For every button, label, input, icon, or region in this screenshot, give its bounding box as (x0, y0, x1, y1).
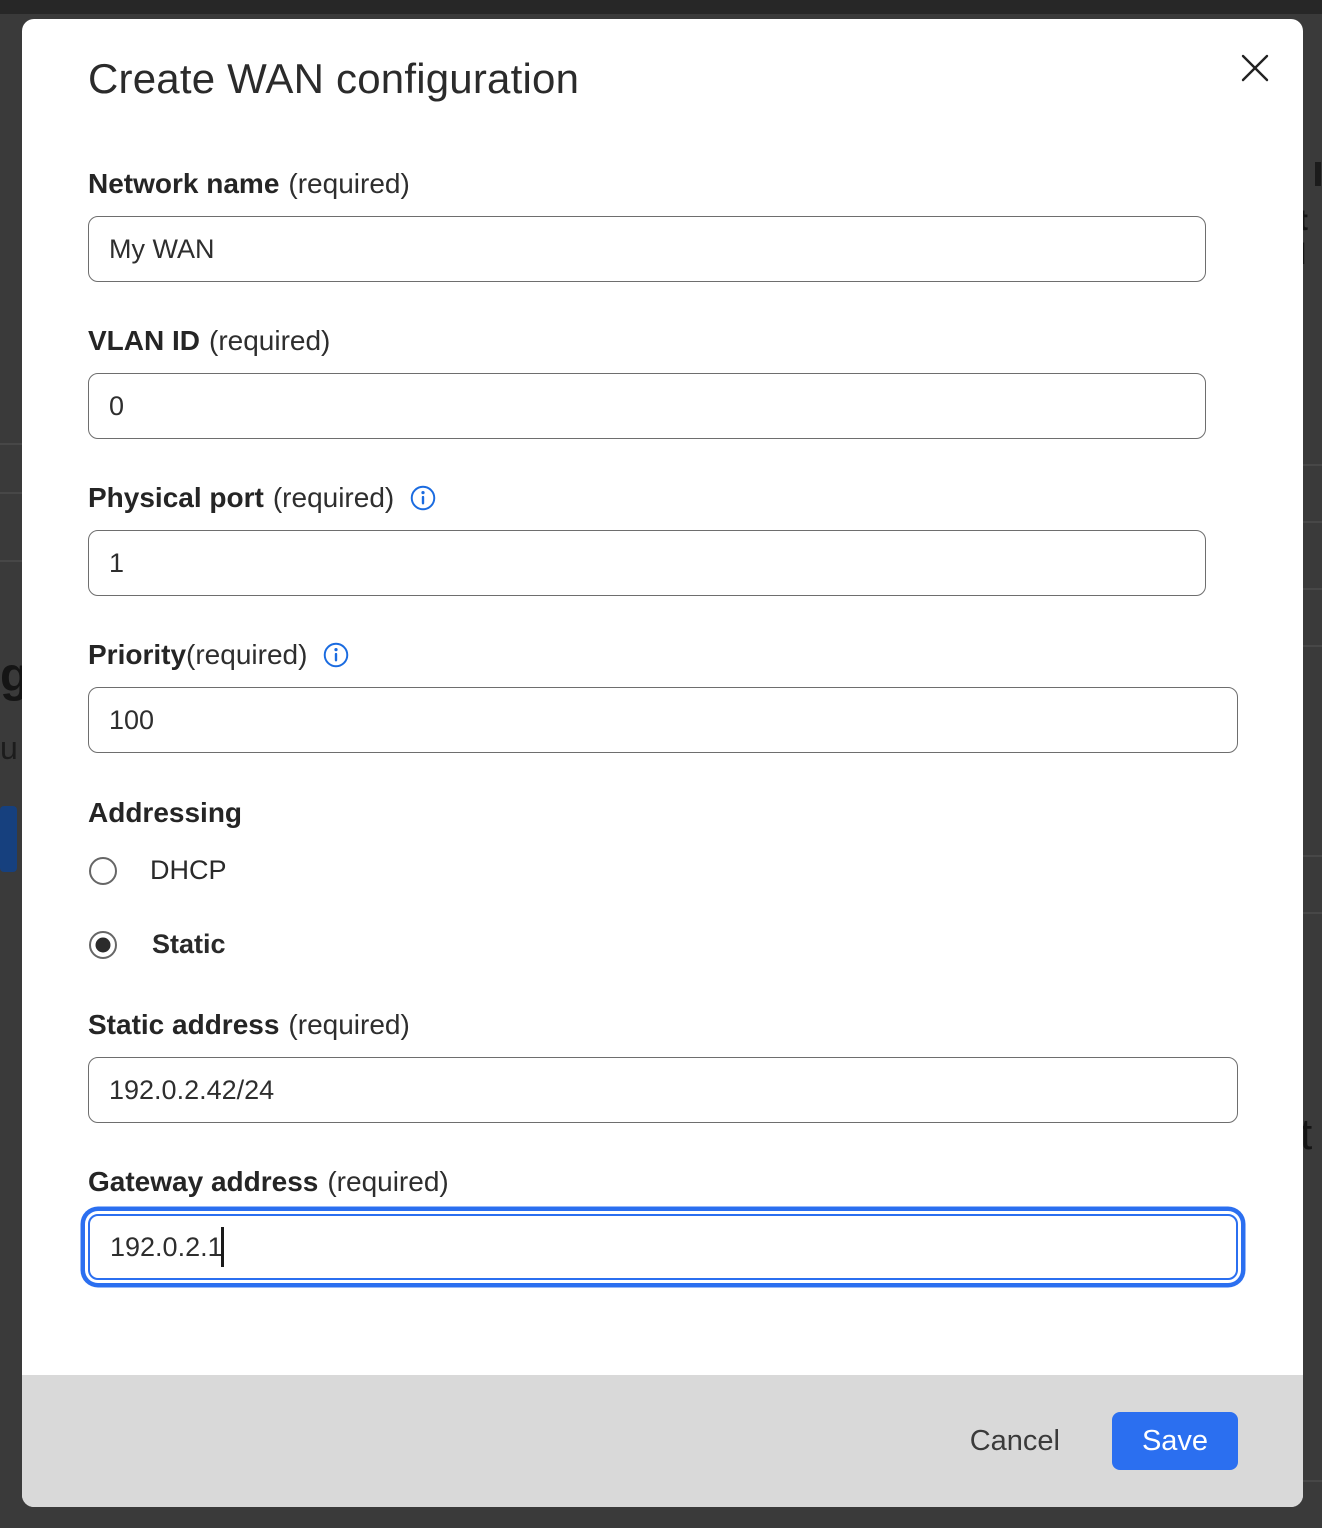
save-button[interactable]: Save (1112, 1412, 1238, 1470)
backdrop-table-line (0, 560, 22, 562)
vlan-id-label: VLAN ID (required) (88, 324, 1206, 358)
backdrop-table-line (1303, 645, 1322, 647)
close-icon (1237, 50, 1273, 86)
backdrop-text-fragment: g (0, 648, 22, 703)
network-name-input[interactable] (88, 216, 1206, 282)
required-tag: (required) (288, 1008, 409, 1042)
info-icon[interactable] (323, 642, 349, 668)
required-tag: (required) (273, 481, 394, 515)
backdrop-top-strip (0, 0, 1322, 14)
backdrop-table-line (1303, 464, 1322, 466)
backdrop-blue-button-fragment (0, 806, 17, 872)
physical-port-field-group: Physical port (required) (88, 481, 1206, 596)
gateway-address-input-wrapper (88, 1214, 1238, 1280)
priority-label: Priority (required) (88, 638, 1238, 672)
radio-label-static: Static (152, 929, 226, 960)
radio-label-dhcp: DHCP (150, 855, 227, 886)
required-tag: (required) (327, 1165, 448, 1199)
backdrop-table-line (1303, 1480, 1322, 1482)
vlan-id-field-group: VLAN ID (required) (88, 324, 1206, 439)
backdrop-table-line (1303, 855, 1322, 857)
backdrop-table-line (1303, 912, 1322, 914)
gateway-address-label: Gateway address (required) (88, 1165, 1238, 1199)
close-button[interactable] (1227, 40, 1283, 96)
backdrop-table-line (0, 443, 22, 445)
backdrop-table-line (1303, 588, 1322, 590)
physical-port-input[interactable] (88, 530, 1206, 596)
cancel-button[interactable]: Cancel (970, 1425, 1060, 1458)
radio-option-static[interactable]: Static (89, 929, 226, 960)
create-wan-configuration-dialog: Create WAN configuration Network name (r… (22, 19, 1303, 1507)
static-address-field-group: Static address (required) (88, 1008, 1238, 1123)
priority-input[interactable] (88, 687, 1238, 753)
info-icon[interactable] (410, 485, 436, 511)
backdrop-text-fragment: t (1300, 1110, 1322, 1160)
backdrop-table-line (1303, 521, 1322, 523)
physical-port-label: Physical port (required) (88, 481, 1206, 515)
static-address-label: Static address (required) (88, 1008, 1238, 1042)
vlan-id-input[interactable] (88, 373, 1206, 439)
dialog-title: Create WAN configuration (88, 55, 579, 103)
radio-button-selected-icon[interactable] (89, 931, 117, 959)
radio-option-dhcp[interactable]: DHCP (89, 855, 227, 886)
radio-button-unselected-icon[interactable] (89, 857, 117, 885)
backdrop-dark-fragment (1315, 162, 1321, 186)
dialog-footer: Cancel Save (22, 1375, 1303, 1507)
required-tag: (required) (288, 167, 409, 201)
required-tag: (required) (209, 324, 330, 358)
gateway-address-field-group: Gateway address (required) (88, 1165, 1238, 1280)
backdrop-text-fragment: u (0, 730, 22, 767)
priority-field-group: Priority (required) (88, 638, 1238, 753)
backdrop-table-line (0, 492, 22, 494)
network-name-field-group: Network name (required) (88, 167, 1206, 282)
required-tag: (required) (186, 638, 307, 672)
static-address-input[interactable] (88, 1057, 1238, 1123)
text-cursor (221, 1227, 224, 1267)
addressing-section-label: Addressing (88, 797, 242, 829)
network-name-label: Network name (required) (88, 167, 1206, 201)
gateway-address-input[interactable] (88, 1214, 1238, 1280)
